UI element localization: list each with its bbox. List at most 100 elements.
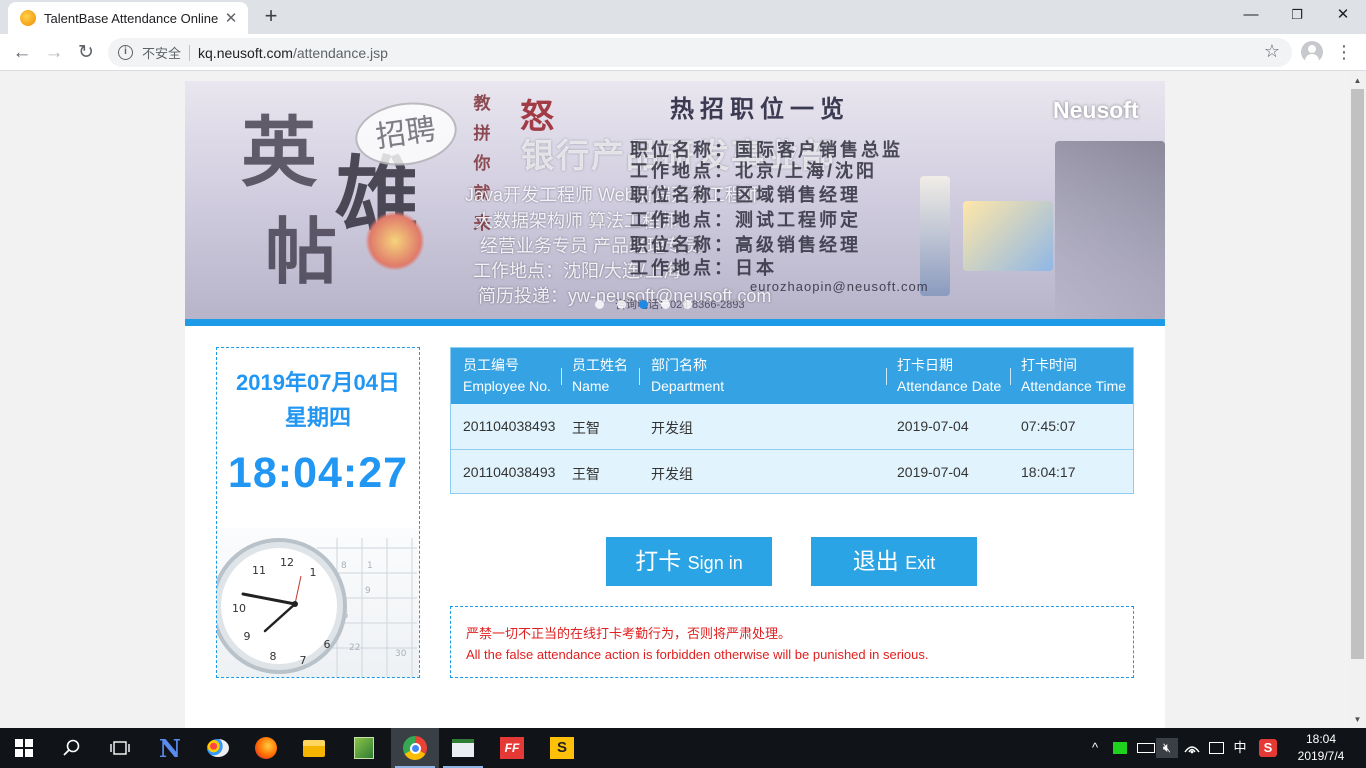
banner-char-tie: 帖 [265,209,338,294]
sign-in-button[interactable]: 打卡 Sign in [606,537,772,586]
banner-side-char: 拼 [473,124,491,144]
banner-slide-dot-active[interactable] [639,300,648,309]
tray-green-app-icon[interactable] [1111,738,1129,758]
terminal-app-icon[interactable] [439,728,487,768]
scroll-thumb[interactable] [1351,89,1364,659]
address-separator [189,44,191,61]
cell-employee-no: 201104038493 [463,418,556,434]
browser-toolbar: ← → ↻ i 不安全 kq.neusoft.com/attendance.js… [0,34,1366,71]
current-weekday: 星期四 [284,405,351,430]
svg-text:10: 10 [232,602,246,615]
banner-job-line: 职位名称：区域销售经理 [630,185,861,205]
sogou-ime-icon[interactable]: S [1257,738,1279,758]
system-date: 2019/7/4 [1297,749,1345,763]
cell-time: 18:04:17 [1021,464,1076,480]
chrome-icon[interactable] [391,728,439,768]
firefox-icon[interactable] [242,728,290,768]
neusoft-logo: Neusoft [1053,97,1139,123]
header-en: Attendance Time [1021,378,1127,394]
insecure-label: 不安全 [142,46,182,61]
header-employee-no: 员工编号 Employee No. [463,355,551,397]
file-explorer-icon[interactable] [290,728,338,768]
system-clock[interactable]: 18:04 2019/7/4 [1285,731,1357,765]
header-en: Department [651,378,725,394]
current-date: 2019年07月04日 [236,370,400,395]
recruitment-banner[interactable]: 英 雄 帖 招聘 教 拼 你 就 来 怒 热招职位一览 Neusoft 银行产品… [185,81,1165,319]
tray-overflow-chevron-icon[interactable]: ^ [1088,738,1102,758]
search-icon[interactable] [48,728,96,768]
new-tab-button[interactable]: + [258,4,284,30]
url-host: kq.neusoft.com [198,44,293,61]
banner-globe-decoration [365,211,425,271]
page-viewport: 英 雄 帖 招聘 教 拼 你 就 来 怒 热招职位一览 Neusoft 银行产品… [0,72,1349,728]
exit-button[interactable]: 退出 Exit [811,537,977,586]
svg-text:8: 8 [270,650,277,663]
site-info-icon[interactable]: i [118,45,133,60]
exit-label-cn: 退出 [852,548,899,574]
windows-taskbar: N FF S ^ 🔇︎ 中 S 18:04 2019/7/4 [0,728,1366,768]
svg-text:30: 30 [395,649,407,659]
notice-en: All the false attendance action is forbi… [466,647,929,662]
address-bar[interactable]: i 不安全 kq.neusoft.com/attendance.jsp ☆ [108,38,1292,67]
cell-employee-no: 201104038493 [463,464,556,480]
banner-slide-dot[interactable] [661,300,670,309]
bookmark-star-icon[interactable]: ☆ [1264,41,1280,62]
banner-side-char: 你 [473,154,491,174]
exit-label-en: Exit [905,553,936,573]
maximize-window-button[interactable]: ❐ [1274,0,1320,30]
ime-indicator[interactable]: 中 [1230,738,1250,758]
n-app-icon[interactable]: N [146,728,194,768]
page-scrollbar[interactable]: ▲ ▼ [1349,72,1366,728]
close-window-button[interactable]: ✕ [1320,0,1366,30]
header-separator [1010,368,1011,385]
ff-app-icon[interactable]: FF [488,728,536,768]
banner-char-ying: 英 [241,108,317,197]
cell-time: 07:45:07 [1021,418,1076,434]
browser-tab-strip: TalentBase Attendance Online ✕ + — ❐ ✕ [0,0,1366,34]
forward-arrow-icon[interactable]: → [40,39,68,67]
banner-ink-mountain [1055,141,1165,319]
sign-in-label-cn: 打卡 [635,548,682,574]
cell-department: 开发组 [651,420,693,436]
action-center-icon[interactable] [1206,738,1226,758]
svg-text:8: 8 [341,561,347,571]
windows-start-icon[interactable] [0,728,48,768]
table-header: 员工编号 Employee No. 员工姓名 Name 部门名称 Departm… [451,348,1133,404]
network-icon[interactable] [1182,738,1202,758]
notice-cn: 严禁一切不正当的在线打卡考勤行为，否则将严肃处理。 [466,626,792,641]
url-text[interactable]: kq.neusoft.com/attendance.jsp [198,45,388,61]
banner-slide-dot[interactable] [683,300,692,309]
paint-app-icon[interactable] [194,728,242,768]
banner-slide-dot[interactable] [595,300,604,309]
url-path: /attendance.jsp [292,44,388,61]
battery-icon[interactable] [1135,738,1157,758]
sublime-app-icon[interactable]: S [538,728,586,768]
svg-text:12: 12 [280,556,294,569]
scroll-up-arrow-icon[interactable]: ▲ [1349,72,1366,89]
header-en: Attendance Date [897,378,1002,394]
minimize-window-button[interactable]: — [1228,0,1274,30]
profile-avatar-icon[interactable] [1301,41,1323,63]
header-cn: 打卡日期 [897,357,953,373]
warning-notice: 严禁一切不正当的在线打卡考勤行为，否则将严肃处理。 All the false … [450,606,1134,678]
table-row: 201104038493 王智 开发组 2019-07-04 07:45:07 [451,404,1133,449]
banner-side-char: 教 [473,94,491,114]
header-cn: 员工编号 [463,357,519,373]
notepad-app-icon[interactable] [340,728,388,768]
svg-text:9: 9 [244,630,251,643]
task-view-icon[interactable] [96,728,144,768]
clock-panel: 2019年07月04日 星期四 18:04:27 81 159 2230 [216,347,420,678]
header-en: Employee No. [463,378,551,394]
banner-pagination [595,300,715,310]
reload-icon[interactable]: ↻ [72,39,100,67]
volume-muted-icon[interactable]: 🔇︎ [1156,738,1178,758]
browser-tab[interactable]: TalentBase Attendance Online ✕ [8,2,248,34]
back-arrow-icon[interactable]: ← [8,39,36,67]
banner-slide-dot[interactable] [617,300,626,309]
banner-job-line: 工作地点：北京/上海/沈阳 [630,161,878,181]
tab-close-icon[interactable]: ✕ [222,9,240,27]
scroll-down-arrow-icon[interactable]: ▼ [1349,711,1366,728]
header-separator [561,368,562,385]
browser-menu-icon[interactable]: ⋮ [1334,40,1354,64]
banner-email: eurozhaopin@neusoft.com [750,279,929,294]
